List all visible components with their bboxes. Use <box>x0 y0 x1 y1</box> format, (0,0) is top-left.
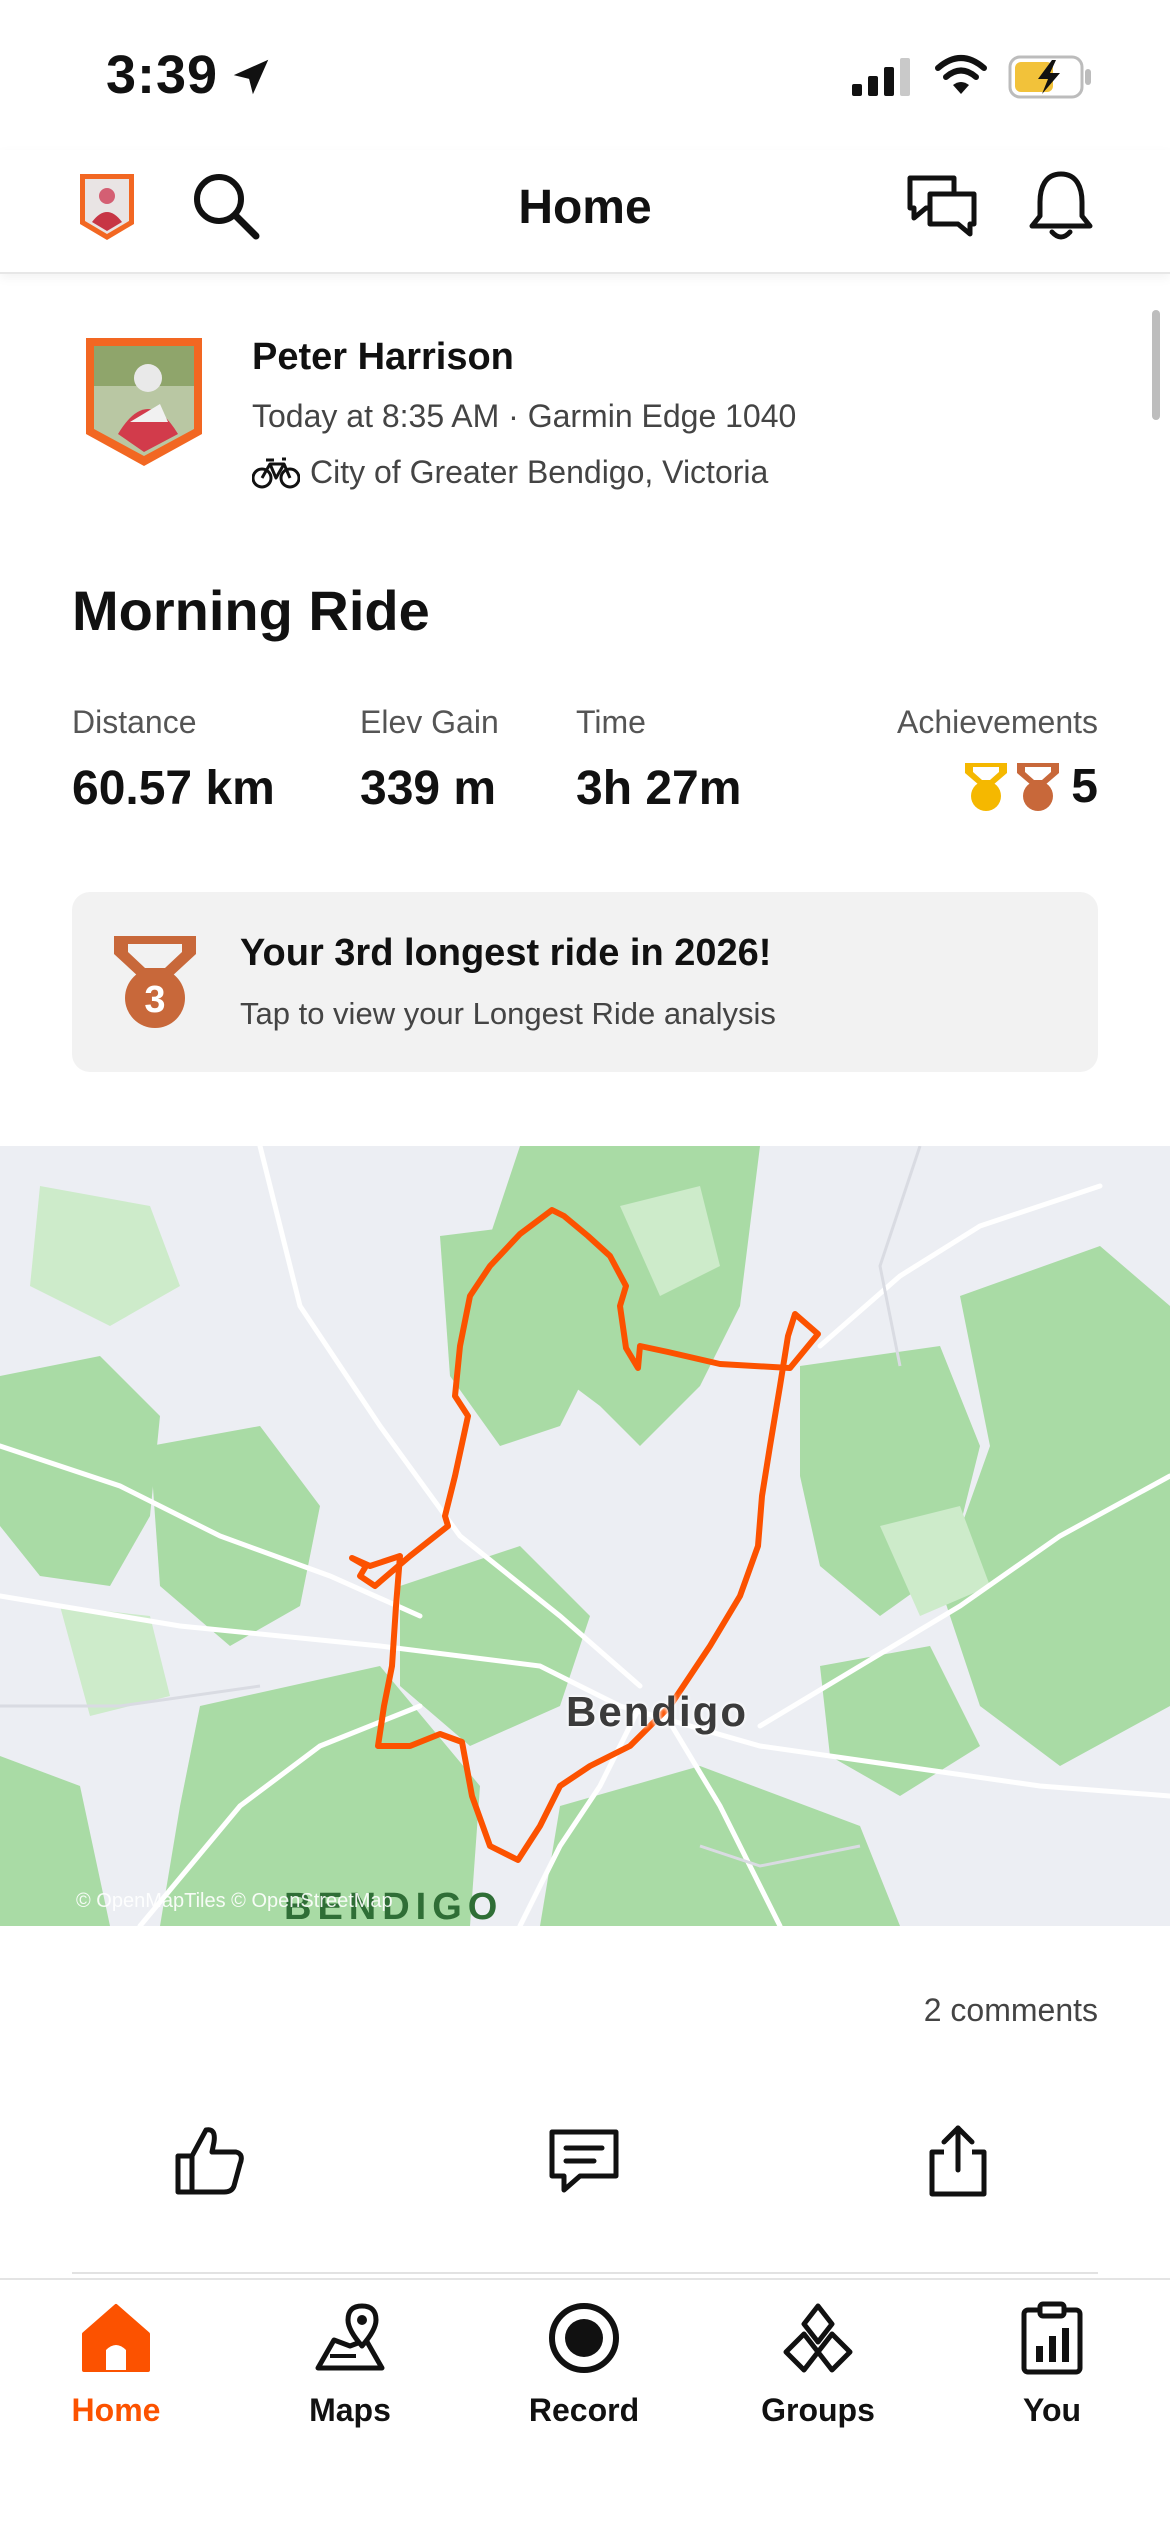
kudos-thumbs-up-icon[interactable] <box>172 2122 248 2198</box>
tab-label: Groups <box>761 2392 875 2428</box>
comments-count[interactable]: 2 comments <box>924 1992 1098 2029</box>
bike-icon <box>252 457 300 488</box>
home-icon <box>82 2304 150 2372</box>
messages-icon[interactable] <box>904 172 980 242</box>
tab-home[interactable]: Home <box>16 2300 216 2429</box>
app-header: Home <box>0 150 1170 274</box>
activity-meta: Today at 8:35 AM · Garmin Edge 1040 <box>252 398 797 434</box>
clipboard-chart-icon <box>1021 2301 1083 2375</box>
activity-title[interactable]: Morning Ride <box>72 578 430 643</box>
cellular-signal-icon <box>852 58 910 96</box>
groups-icon <box>783 2303 853 2373</box>
stat-time: Time 3h 27m <box>576 704 741 816</box>
status-bar: 3:39 <box>0 0 1170 150</box>
page-title: Home <box>518 181 652 234</box>
status-time: 3:39 <box>106 45 219 105</box>
share-icon[interactable] <box>920 2122 996 2198</box>
medal-number: 3 <box>144 979 165 1021</box>
notifications-bell-icon[interactable] <box>1026 168 1096 244</box>
scrollbar[interactable] <box>1152 310 1160 420</box>
tab-groups[interactable]: Groups <box>718 2300 918 2429</box>
stat-value: 60.57 km <box>72 762 275 815</box>
highlight-subtitle: Tap to view your Longest Ride analysis <box>240 996 776 1031</box>
tab-record[interactable]: Record <box>484 2300 684 2429</box>
tab-you[interactable]: You <box>952 2300 1152 2429</box>
divider <box>72 2272 1098 2274</box>
bronze-medal-icon <box>1017 762 1060 811</box>
wifi-icon <box>935 55 987 94</box>
tab-maps[interactable]: Maps <box>250 2300 450 2429</box>
activity-location: City of Greater Bendigo, Victoria <box>252 454 768 491</box>
stat-label: Distance <box>72 704 197 740</box>
tab-label: Maps <box>309 2392 391 2428</box>
route-map[interactable]: Bendigo BENDIGO © OpenMapTiles © OpenStr… <box>0 1146 1170 1926</box>
map-canvas <box>0 1146 1170 1926</box>
map-icon <box>315 2303 385 2371</box>
tab-label: You <box>1022 2392 1082 2428</box>
stat-achievements[interactable]: Achievements 5 <box>897 704 1098 814</box>
comment-icon[interactable] <box>546 2122 622 2198</box>
stat-label: Elev Gain <box>360 704 499 740</box>
stat-value: 3h 27m <box>576 762 742 815</box>
stat-label: Time <box>576 704 646 740</box>
stat-value: 339 m <box>360 762 497 815</box>
stat-distance: Distance 60.57 km <box>72 704 275 816</box>
highlight-title: Your 3rd longest ride in 2026! <box>240 932 772 974</box>
battery-charging-icon <box>1008 55 1091 99</box>
tab-label: Home <box>71 2392 161 2428</box>
location-text: City of Greater Bendigo, Victoria <box>310 454 769 490</box>
location-arrow-icon <box>233 59 269 95</box>
longest-ride-card[interactable]: 3 Your 3rd longest ride in 2026! Tap to … <box>72 892 1098 1072</box>
stat-label: Achievements <box>897 704 1098 740</box>
stat-elevation: Elev Gain 339 m <box>360 704 499 816</box>
tab-bar: Home Maps Record Groups You <box>0 2278 1170 2532</box>
map-city-label: Bendigo <box>566 1688 748 1735</box>
map-attribution[interactable]: © OpenMapTiles © OpenStreetMap <box>76 1890 393 1913</box>
athlete-avatar[interactable] <box>82 334 206 470</box>
bronze-medal-icon: 3 <box>114 936 196 1028</box>
tab-label: Record <box>528 2392 640 2428</box>
achievement-count: 5 <box>1071 760 1098 813</box>
athlete-name[interactable]: Peter Harrison <box>252 336 514 379</box>
gold-medal-icon <box>965 762 1008 811</box>
record-icon <box>549 2303 619 2373</box>
